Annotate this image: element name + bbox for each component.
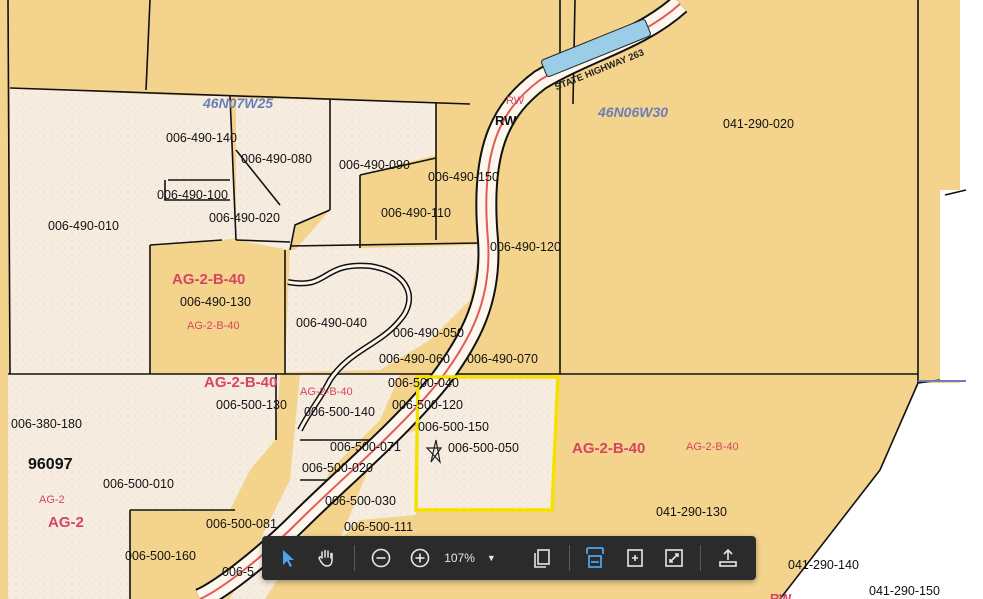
fullscreen-button[interactable] [658,542,690,574]
parcel-label: 006-500-111 [344,520,413,534]
parcel-label: 006-500-150 [418,420,489,434]
zone-label: AG-2 [39,494,65,506]
parcel-label: 96097 [28,456,73,473]
parcel-area [940,190,966,380]
parcel-label: 006-490-060 [379,352,450,366]
cursor-arrow-icon [283,550,294,567]
rw-label: RW [506,95,525,107]
parcel-label: 006-500-071 [330,440,401,454]
parcel-label: 006-500-010 [103,477,174,491]
parcel-map: STATE HIGHWAY 263 46N07W25 46N06W30 RW R… [0,0,983,599]
parcel-label: 006-500-120 [392,398,463,412]
parcel-label: 006-490-100 [157,188,228,202]
minus-circle-icon [371,548,391,568]
rotate-page-icon [627,549,643,567]
zone-label: AG-2-B-40 [187,320,240,332]
parcel-label: 041-290-130 [656,505,727,519]
parcel-label: 006-490-050 [393,326,464,340]
parcel-label: 041-290-150 [869,584,940,598]
section-label: 46N06W30 [597,104,668,120]
page-view-button[interactable] [526,542,558,574]
parcel-label: 006-500-050 [448,441,519,455]
upload-tray-icon [719,548,737,567]
parcel-label: 006-490-120 [490,240,561,254]
parcel-label: 006-490-080 [241,152,312,166]
share-button[interactable] [712,542,744,574]
parcel-label: 006-5 [222,565,254,579]
rw-label: RW [770,591,792,599]
parcel-label: 006-500-020 [302,461,373,475]
copy-pages-icon [534,549,550,568]
parcel-label: 006-500-040 [388,376,459,390]
parcel-label: 006-500-030 [325,494,396,508]
hand-tool-button[interactable] [310,542,342,574]
parcel-label: 006-500-081 [206,517,277,531]
fit-width-button[interactable] [579,542,611,574]
toolbar-divider [700,545,701,571]
parcel-label: 006-500-130 [216,398,287,412]
document-viewer: STATE HIGHWAY 263 46N07W25 46N06W30 RW R… [0,0,983,599]
fit-width-icon [586,547,604,568]
parcel-label: 006-380-180 [11,417,82,431]
zoom-out-button[interactable] [365,542,397,574]
parcel-label: 041-290-140 [788,558,859,572]
viewer-toolbar: 107% ▼ [262,536,756,580]
parcel-label: 041-290-020 [723,117,794,131]
parcel-label: 006-490-150 [428,170,499,184]
rotate-button[interactable] [619,542,651,574]
parcel-label: 006-490-130 [180,295,251,309]
parcel-label: 006-500-140 [304,405,375,419]
toolbar-divider [354,545,355,571]
parcel-label: 006-490-110 [381,206,451,220]
zone-label: AG-2 [48,514,84,531]
zone-label: AG-2-B-40 [572,440,645,457]
parcel-label: 006-490-140 [166,131,237,145]
hand-icon [318,549,333,567]
section-label: 46N07W25 [202,95,273,111]
chevron-down-icon: ▼ [486,553,496,563]
zone-label: AG-2-B-40 [686,441,739,453]
parcel-label: 006-490-070 [467,352,538,366]
toolbar-divider [569,545,570,571]
plus-circle-icon [410,548,430,568]
zoom-level-dropdown[interactable]: 107% ▼ [438,542,502,574]
select-tool-button[interactable] [272,542,304,574]
parcel-label: 006-490-020 [209,211,280,225]
parcel-label: 006-490-010 [48,219,119,233]
parcel-label: 006-500-160 [125,549,196,563]
rw-label: RW [495,113,517,128]
zoom-level-value: 107% [444,551,475,565]
zone-label: AG-2-B-40 [172,271,245,288]
expand-icon [665,549,683,567]
zone-label: AG-2-B-40 [204,374,277,391]
parcel-label: 006-490-090 [339,158,410,172]
zoom-in-button[interactable] [404,542,436,574]
zone-label: AG-2-B-40 [300,386,353,398]
parcel-label: 006-490-040 [296,316,367,330]
